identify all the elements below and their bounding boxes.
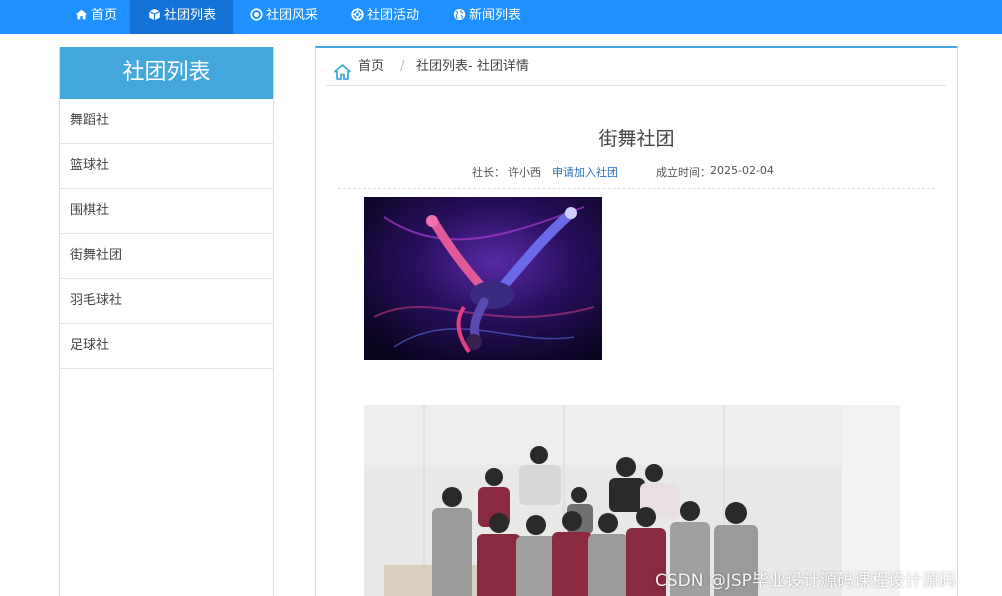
globe-icon xyxy=(453,8,466,21)
leader-label: 社长： xyxy=(472,166,505,179)
founded-label: 成立时间： xyxy=(656,166,711,179)
nav-item-home[interactable]: 首页 xyxy=(62,0,130,34)
nav-label: 社团风采 xyxy=(266,8,319,23)
nav-label: 新闻列表 xyxy=(469,8,522,23)
nav-label: 首页 xyxy=(91,8,118,23)
club-meta: 社长： 许小西 申请加入社团 成立时间： 2025-02-04 xyxy=(316,164,957,180)
breadcrumb: 首页 / 社团列表- 社团详情 xyxy=(326,48,946,86)
breadcrumb-current: 社团列表- 社团详情 xyxy=(416,59,529,74)
main-panel: 首页 / 社团列表- 社团详情 街舞社团 社长： 许小西 申请加入社团 成立时间… xyxy=(315,46,958,596)
nav-item-club-list[interactable]: 社团列表 xyxy=(130,0,233,34)
sidebar-item-football[interactable]: 足球社 xyxy=(60,324,273,369)
founded-date: 2025-02-04 xyxy=(710,164,774,177)
join-club-link[interactable]: 申请加入社团 xyxy=(552,164,618,180)
sidebar-item-dance[interactable]: 舞蹈社 xyxy=(60,99,273,144)
sidebar-item-street-dance[interactable]: 街舞社团 xyxy=(60,234,273,279)
breadcrumb-home[interactable]: 首页 xyxy=(358,48,384,86)
sidebar-item-basketball[interactable]: 篮球社 xyxy=(60,144,273,189)
watermark: CSDN @JSP毕业设计源码课程设计源码 xyxy=(655,571,956,591)
sidebar-item-badminton[interactable]: 羽毛球社 xyxy=(60,279,273,324)
home-icon xyxy=(75,8,88,21)
leader-name: 许小西 xyxy=(508,166,541,179)
nav-label: 社团列表 xyxy=(164,8,217,23)
divider xyxy=(338,188,935,189)
nav-label: 社团活动 xyxy=(367,8,420,23)
nav-item-club-style[interactable]: 社团风采 xyxy=(233,0,333,34)
nav-item-club-activity[interactable]: 社团活动 xyxy=(333,0,436,34)
lifebuoy-icon xyxy=(351,8,364,21)
target-icon xyxy=(250,8,263,21)
sidebar: 社团列表 舞蹈社 篮球社 围棋社 街舞社团 羽毛球社 足球社 xyxy=(59,47,274,596)
top-nav: 首页 社团列表 社团风采 社团活动 新闻列表 xyxy=(0,0,1002,34)
club-photo-dancer xyxy=(364,197,602,360)
cube-icon xyxy=(148,8,161,21)
sidebar-title: 社团列表 xyxy=(60,47,273,99)
sidebar-item-go[interactable]: 围棋社 xyxy=(60,189,273,234)
home-icon xyxy=(334,58,351,80)
club-title: 街舞社团 xyxy=(598,128,675,150)
nav-item-news-list[interactable]: 新闻列表 xyxy=(436,0,536,34)
breadcrumb-separator: / xyxy=(400,59,405,74)
